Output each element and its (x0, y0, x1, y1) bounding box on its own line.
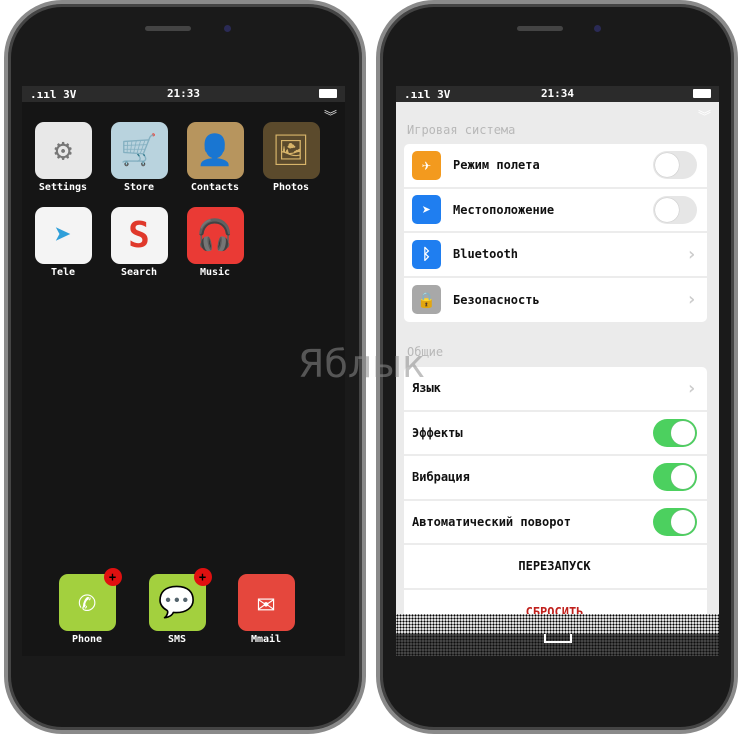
app-label: Search (120, 267, 158, 278)
section-header-game-system: Игровая система (407, 123, 516, 137)
chevron-right-icon: › (686, 377, 697, 399)
settings-row[interactable]: 🔒 Безопасность › (404, 278, 707, 323)
signal-indicator: .ııl 3V (404, 88, 451, 101)
app-label: Settings (38, 182, 88, 193)
app-label: Tele (50, 267, 76, 278)
row-label: Эффекты (412, 425, 463, 440)
front-camera (224, 25, 231, 32)
status-bar: .ııl 3V 21:33 (22, 86, 345, 102)
notification-badge: + (193, 568, 212, 586)
settings-row[interactable]: ᛒ Bluetooth › (404, 233, 707, 278)
right-phone: .ııl 3V 21:34 ︾ Игровая система ✈ Режим п… (376, 0, 738, 734)
settings-row[interactable]: Язык › (404, 367, 707, 412)
settings-screen: .ııl 3V 21:34 ︾ Игровая система ✈ Режим п… (396, 86, 719, 656)
dock-app-phone[interactable]: ✆ + Phone (52, 568, 122, 645)
app-label: Mmail (250, 634, 282, 645)
status-bar: .ııl 3V 21:34 (396, 86, 719, 102)
message-icon: 💬 + (148, 568, 212, 631)
toggle-switch[interactable] (653, 195, 697, 224)
toggle-switch[interactable] (653, 418, 697, 447)
row-label: Язык (412, 381, 441, 396)
row-label: Bluetooth (453, 247, 519, 262)
paper-plane-icon: ➤ (34, 207, 92, 264)
speaker-grille (517, 26, 563, 31)
app-settings[interactable]: ⚙ Settings (28, 122, 98, 193)
home-screen: .ııl 3V 21:33 ︾ ⚙ Settings 🛒 Store 👤 Contacts… (22, 86, 345, 656)
chevron-down-icon[interactable]: ︾ (698, 106, 711, 125)
app-contacts[interactable]: 👤 Contacts (180, 122, 250, 193)
lock-icon: 🔒 (412, 285, 441, 315)
notification-badge: + (103, 568, 122, 586)
battery-icon (693, 89, 711, 98)
app-photos[interactable]: 🖼 Photos (256, 122, 326, 193)
toggle-switch[interactable] (653, 507, 697, 536)
person-icon: 👤 (186, 122, 244, 179)
app-tele[interactable]: ➤ Tele (28, 207, 98, 278)
bottom-dither-bar (396, 614, 719, 656)
settings-row[interactable]: Автоматический поворот (404, 501, 707, 545)
bluetooth-icon: ᛒ (412, 239, 441, 269)
row-label: Безопасность (453, 292, 540, 307)
settings-row[interactable]: ✈ Режим полета (404, 144, 707, 189)
phone-icon: ✆ + (58, 568, 122, 631)
toggle-switch[interactable] (653, 151, 697, 180)
row-label: Автоматический поворот (412, 514, 571, 529)
airplane-icon: ✈ (412, 150, 441, 180)
toggle-switch[interactable] (653, 463, 697, 492)
settings-row[interactable]: Вибрация (404, 456, 707, 501)
app-label: Music (199, 267, 231, 278)
clock: 21:34 (540, 87, 575, 100)
clock: 21:33 (166, 87, 201, 100)
dock-app-sms[interactable]: 💬 + SMS (142, 568, 212, 645)
cart-icon: 🛒 (110, 122, 168, 179)
s-logo-icon: S (110, 207, 168, 264)
signal-indicator: .ııl 3V (30, 88, 77, 101)
app-label: Store (123, 182, 155, 193)
mona-lisa-icon: 🖼 (262, 122, 320, 179)
app-label: Contacts (190, 182, 240, 193)
app-music[interactable]: 🎧 Music (180, 207, 250, 278)
headphones-icon: 🎧 (186, 207, 244, 264)
envelope-icon: ✉ (237, 574, 295, 631)
row-label: Вибрация (412, 470, 470, 485)
dock-app-mmail[interactable]: ✉ Mmail (231, 574, 301, 645)
watermark: Яблык (298, 342, 426, 386)
app-label: Photos (272, 182, 310, 193)
restart-button[interactable]: ПЕРЕЗАПУСК (404, 545, 707, 590)
settings-group-general: Язык › Эффекты Вибрация Автоматический повор… (404, 367, 707, 634)
front-camera (594, 25, 601, 32)
app-label: SMS (167, 634, 187, 645)
speaker-grille (145, 26, 191, 31)
row-label: Местоположение (453, 202, 555, 217)
settings-row[interactable]: ➤ Местоположение (404, 189, 707, 233)
gear-icon: ⚙ (34, 122, 92, 179)
settings-row[interactable]: Эффекты (404, 412, 707, 456)
app-search[interactable]: S Search (104, 207, 174, 278)
location-arrow-icon: ➤ (412, 195, 441, 225)
app-store[interactable]: 🛒 Store (104, 122, 174, 193)
row-label: Режим полета (453, 158, 540, 173)
chevron-right-icon: › (686, 243, 697, 265)
battery-icon (319, 89, 337, 98)
home-indicator-icon[interactable] (543, 634, 572, 643)
app-label: Phone (71, 634, 103, 645)
chevron-right-icon: › (686, 289, 697, 311)
settings-group-system: ✈ Режим полета ➤ Местоположение ᛒ Bluetooth › 🔒… (404, 144, 707, 322)
